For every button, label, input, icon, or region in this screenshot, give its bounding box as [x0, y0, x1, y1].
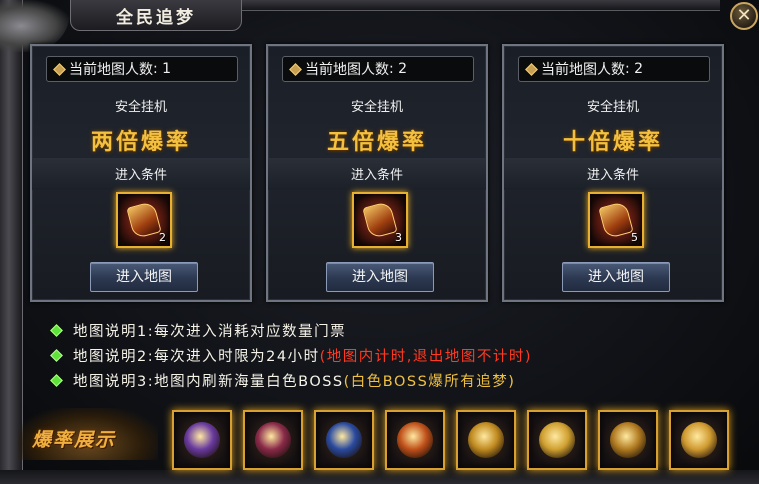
green-diamond-icon	[50, 324, 63, 337]
reward-slot[interactable]	[385, 410, 445, 470]
gold-ring-icon	[539, 422, 575, 458]
map-card-1: 当前地图人数: 1 安全挂机 两倍爆率 进入条件 2 进入地图	[30, 44, 252, 302]
fire-orb-icon	[397, 422, 433, 458]
ticket-icon	[126, 200, 162, 240]
ticket-slot[interactable]: 3	[352, 192, 408, 248]
reward-slot[interactable]	[243, 410, 303, 470]
mode-label: 安全挂机	[114, 100, 167, 115]
note-text: 每次进入时限为24小时	[154, 349, 320, 365]
note-prefix: 地图说明1:	[73, 324, 155, 340]
condition-label: 进入条件	[350, 168, 403, 183]
bottom-border	[0, 470, 759, 484]
note-line: 地图说明1: 每次进入消耗对应数量门票	[40, 318, 740, 343]
green-diamond-icon	[50, 349, 63, 362]
note-prefix: 地图说明3:	[73, 374, 155, 390]
mode-label: 安全挂机	[350, 100, 403, 115]
enter-map-button[interactable]: 进入地图	[90, 262, 198, 292]
ticket-quantity: 3	[395, 231, 402, 244]
reward-slot[interactable]	[527, 410, 587, 470]
gold-crown-icon	[681, 422, 717, 458]
diamond-icon	[525, 62, 538, 76]
note-line: 地图说明3: 地图内刷新海量白色BOSS (白色BOSS爆所有追梦)	[40, 368, 740, 393]
diamond-icon	[289, 62, 302, 76]
window-title: 全民追梦	[116, 7, 196, 28]
note-extra: (白色BOSS爆所有追梦)	[343, 374, 516, 390]
player-count-label: 当前地图人数	[541, 62, 625, 78]
condition-label: 进入条件	[586, 168, 639, 183]
player-count-label: 当前地图人数	[305, 62, 389, 78]
player-count-value: 1	[162, 61, 172, 77]
player-count-value: 2	[634, 61, 644, 77]
top-border	[240, 0, 720, 11]
note-prefix: 地图说明2:	[73, 349, 155, 365]
mode-label: 安全挂机	[586, 100, 639, 115]
reward-slot[interactable]	[172, 410, 232, 470]
note-line: 地图说明2: 每次进入时限为24小时 (地图内计时,退出地图不计时)	[40, 343, 740, 368]
gold-helmet-icon	[468, 422, 504, 458]
purple-red-armor-icon	[255, 422, 291, 458]
drop-rate-label: 五倍爆率	[326, 129, 427, 155]
note-text: 每次进入消耗对应数量门票	[154, 324, 347, 340]
player-count-box: 当前地图人数: 2	[518, 56, 710, 82]
player-count-value: 2	[398, 61, 408, 77]
green-diamond-icon	[50, 374, 63, 387]
purple-armor-icon	[184, 422, 220, 458]
gold-dragon-icon	[610, 422, 646, 458]
ticket-quantity: 5	[631, 231, 638, 244]
showcase-label: 爆率展示	[32, 429, 117, 451]
close-icon: ✕	[736, 5, 752, 26]
title-bar: 全民追梦	[70, 0, 242, 31]
condition-label: 进入条件	[114, 168, 167, 183]
reward-slot[interactable]	[669, 410, 729, 470]
note-text: 地图内刷新海量白色BOSS	[154, 374, 344, 390]
ticket-slot[interactable]: 5	[588, 192, 644, 248]
reward-slot[interactable]	[598, 410, 658, 470]
drop-rate-label: 两倍爆率	[90, 129, 191, 155]
ticket-icon	[362, 200, 398, 240]
enter-map-button[interactable]: 进入地图	[326, 262, 434, 292]
map-notes: 地图说明1: 每次进入消耗对应数量门票 地图说明2: 每次进入时限为24小时 (…	[40, 318, 740, 393]
ticket-icon	[598, 200, 634, 240]
enter-map-button[interactable]: 进入地图	[562, 262, 670, 292]
note-extra: (地图内计时,退出地图不计时)	[319, 349, 533, 365]
map-card-2: 当前地图人数: 2 安全挂机 五倍爆率 进入条件 3 进入地图	[266, 44, 488, 302]
reward-slot[interactable]	[314, 410, 374, 470]
ticket-quantity: 2	[159, 231, 166, 244]
map-card-3: 当前地图人数: 2 安全挂机 十倍爆率 进入条件 5 进入地图	[502, 44, 724, 302]
drop-rate-label: 十倍爆率	[562, 129, 663, 155]
close-button[interactable]: ✕	[730, 2, 758, 30]
blue-armor-icon	[326, 422, 362, 458]
player-count-box: 当前地图人数: 1	[46, 56, 238, 82]
diamond-icon	[53, 62, 66, 76]
player-count-box: 当前地图人数: 2	[282, 56, 474, 82]
ticket-slot[interactable]: 2	[116, 192, 172, 248]
reward-slot[interactable]	[456, 410, 516, 470]
player-count-label: 当前地图人数	[69, 62, 153, 78]
